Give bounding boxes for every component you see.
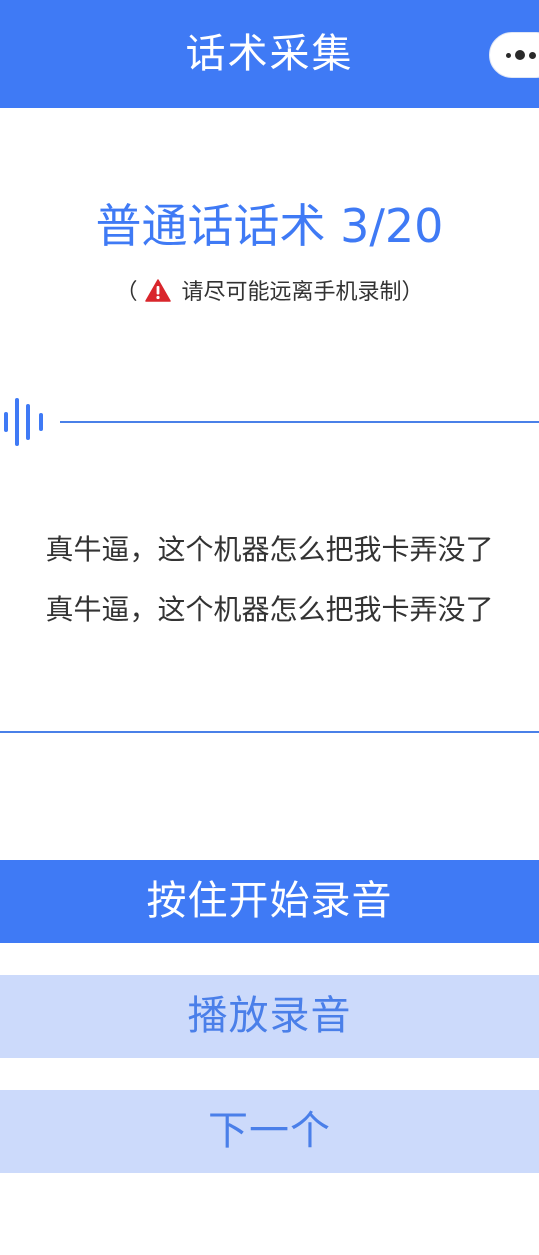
script-title: 普通话话术 3/20 [95,199,444,253]
hint-text: 请尽可能远离手机录制） [181,280,424,305]
more-dots-icon[interactable] [506,50,539,62]
next-button[interactable]: 下一个 [0,1090,539,1173]
warning-triangle-icon [144,279,171,302]
nav-bar: 话术采集 [0,0,539,108]
record-button[interactable]: 按住开始录音 [0,860,539,943]
nav-title: 话术采集 [185,31,354,77]
page: 话术采集 普通话话术 3/20 （ 请尽可能远离手机录制） 真牛逼，这个机器怎么… [0,0,539,1255]
menu-capsule[interactable] [489,32,539,78]
play-recording-button[interactable]: 播放录音 [0,975,539,1058]
script-line: 真牛逼，这个机器怎么把我卡弄没了 [45,593,494,626]
script-line: 真牛逼，这个机器怎么把我卡弄没了 [45,533,494,566]
sound-wave-icon [4,398,43,446]
hint-open-paren: （ [115,280,138,305]
divider-bottom [0,731,539,733]
divider-top [60,421,539,423]
recording-hint: （ 请尽可能远离手机录制） [0,274,539,306]
